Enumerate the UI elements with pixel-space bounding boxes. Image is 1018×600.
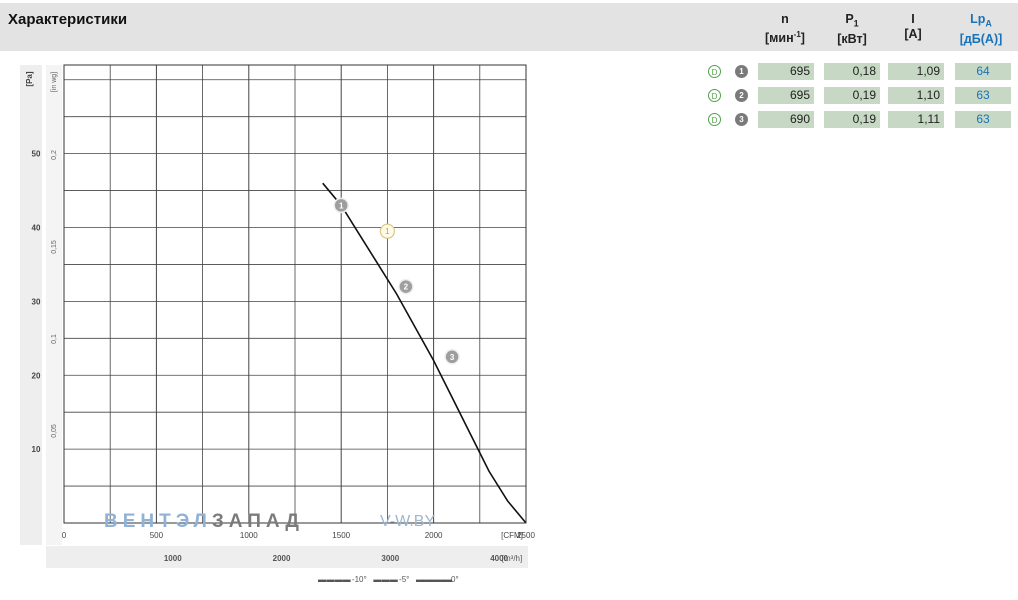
fan-characteristic-chart: 0 500 1000 1500 2000 2500[CFM]1000 2000 3000 400… bbox=[25, 64, 535, 563]
y2-unit-label: [in wg] bbox=[51, 72, 58, 92]
legend-item-3: 0° bbox=[451, 575, 459, 584]
y2-tick-label: 0,1 bbox=[51, 334, 58, 344]
y-tick-label: 10 bbox=[32, 445, 41, 454]
watermark-brand-grey: ЗАПАД bbox=[211, 511, 304, 532]
x2-tick-label: 2000 bbox=[273, 554, 291, 563]
y-unit-label: [Pa] bbox=[25, 71, 34, 86]
y-tick-label: 50 bbox=[32, 150, 41, 159]
limit-point-label: 1 bbox=[385, 227, 390, 236]
watermark-site: V-W.BY bbox=[380, 513, 436, 530]
operating-point-label: 3 bbox=[450, 353, 455, 362]
legend-item-2: -5° bbox=[399, 575, 410, 584]
legend: ▬ ▬ ▬ ▬ -10° ▬ ▬ ▬ -5° ▬▬▬▬▬0° bbox=[318, 575, 459, 584]
y2-tick-label: 0,2 bbox=[51, 150, 58, 160]
legend-item-1: -10° bbox=[351, 575, 367, 584]
y2-tick-label: 0,15 bbox=[51, 240, 58, 254]
x2-unit-label: [m³/h] bbox=[502, 554, 522, 563]
y-tick-label: 20 bbox=[32, 371, 41, 380]
operating-point-label: 2 bbox=[404, 283, 409, 292]
x2-tick-label: 3000 bbox=[381, 554, 399, 563]
x-tick-label: 1500 bbox=[332, 531, 350, 540]
x-tick-label: 2000 bbox=[425, 531, 443, 540]
watermark: ВЕНТЭЛЗАПАД bbox=[104, 511, 304, 533]
y-tick-label: 40 bbox=[32, 224, 41, 233]
x2-tick-label: 1000 bbox=[164, 554, 182, 563]
operating-point-label: 1 bbox=[339, 201, 344, 210]
y2-tick-label: 0,05 bbox=[51, 424, 58, 438]
x-unit-label: [CFM] bbox=[501, 531, 523, 540]
x-tick-label: 0 bbox=[62, 531, 67, 540]
watermark-brand-blue: ВЕНТЭЛ bbox=[104, 511, 212, 532]
y-tick-label: 30 bbox=[32, 297, 41, 306]
